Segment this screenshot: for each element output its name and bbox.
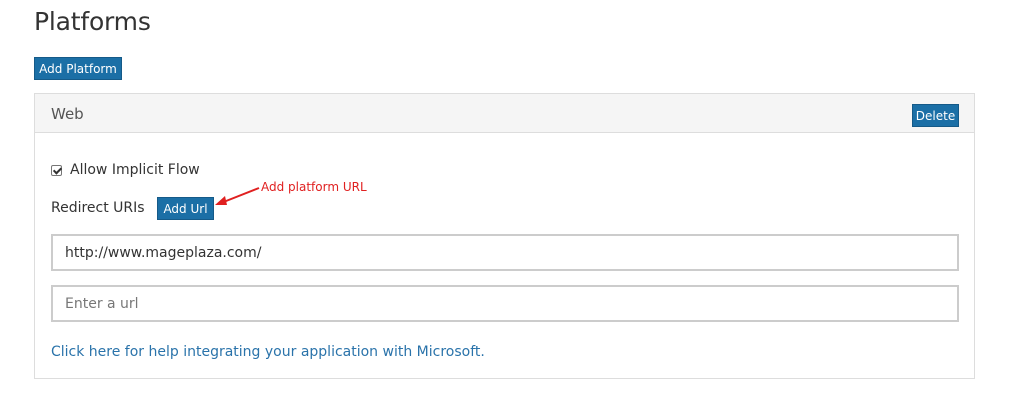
redirect-uris-label: Redirect URIs [51, 200, 145, 216]
implicit-flow-checkbox[interactable] [51, 164, 62, 176]
add-platform-button[interactable]: Add Platform [34, 57, 122, 80]
implicit-flow-row: Allow Implicit Flow [51, 162, 200, 178]
implicit-flow-label[interactable]: Allow Implicit Flow [70, 162, 200, 178]
panel-header: Web Delete [35, 94, 974, 133]
panel-title: Web [51, 105, 84, 123]
web-platform-panel: Web Delete Allow Implicit Flow Redirect … [34, 93, 975, 379]
redirect-url-input-1[interactable] [51, 234, 959, 271]
redirect-url-input-2[interactable] [51, 285, 959, 322]
annotation-arrow-icon [215, 187, 260, 205]
add-url-button[interactable]: Add Url [157, 197, 214, 220]
page-title: Platforms [34, 7, 151, 36]
help-link[interactable]: Click here for help integrating your app… [51, 344, 485, 360]
delete-button[interactable]: Delete [912, 104, 959, 127]
annotation-text: Add platform URL [261, 180, 367, 194]
